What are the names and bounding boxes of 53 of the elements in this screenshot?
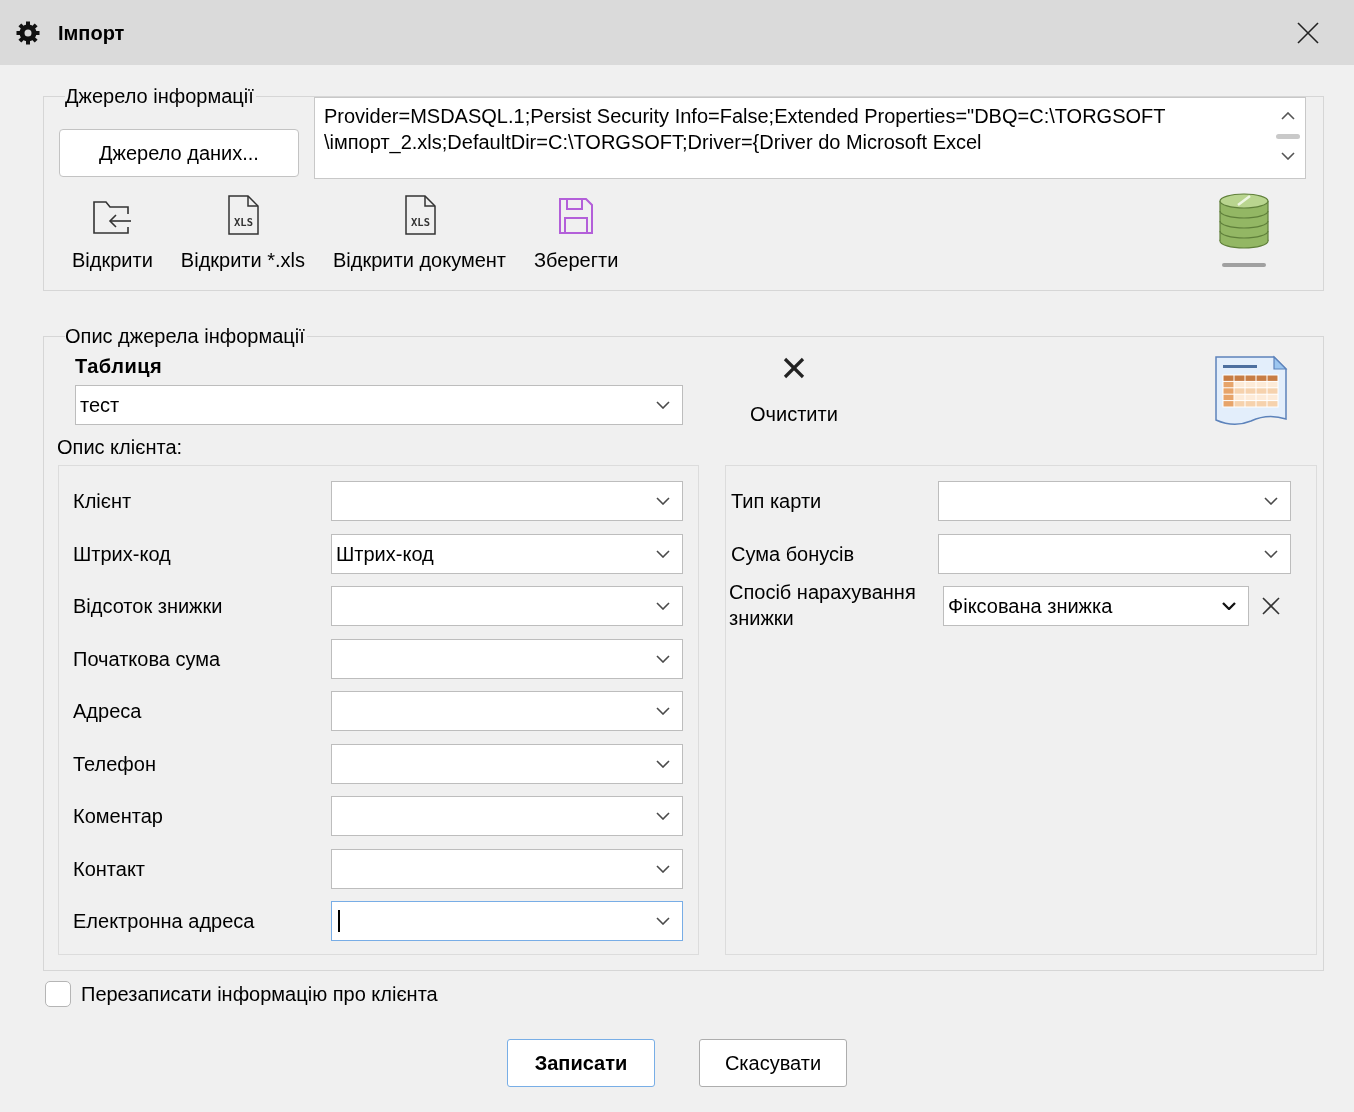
chevron-down-icon[interactable] [656,549,670,558]
checkbox[interactable] [45,981,71,1007]
chevron-down-icon[interactable] [656,654,670,663]
chevron-down-icon[interactable] [1264,549,1278,558]
field-label: Початкова сума [73,647,221,670]
field-label: Відсоток знижки [73,595,223,617]
field-label: Контакт [73,857,145,880]
field-label: Електронна адреса [73,910,255,932]
dropdown[interactable]: Штрих-код [331,533,683,574]
checkbox-label: Перезаписати інформацію про клієнта [81,982,438,1006]
chevron-down-icon[interactable] [1264,497,1278,505]
cross-icon[interactable] [1262,597,1280,615]
field-label: Адреса [73,700,142,722]
text-cursor [338,910,340,932]
toolbar-button[interactable]: Відкрити [58,195,167,272]
chevron-down-icon[interactable] [656,864,670,873]
connection-string-field[interactable]: Provider=MSDASQL.1;Persist Security Info=False;Extended Properties="DBQ=C:\TORGSOFT \імпорт_2.xls;DefaultDir=C:\TORGSOFT;Driver={Driver do Microsoft Excel [314,97,1306,179]
toolbar-button[interactable]: XLS Відкрити *.xls [166,195,319,272]
chevron-down-icon[interactable] [656,759,670,768]
settings-icon [16,20,40,45]
scroll-down-icon[interactable] [1281,152,1295,160]
field-label: Спосіб нарахування знижки [729,580,917,631]
close-icon[interactable] [1297,21,1319,44]
chevron-down-icon[interactable] [656,707,670,715]
cross-icon [782,357,805,379]
window-title: Імпорт [58,20,125,45]
chevron-down-icon[interactable] [656,497,670,505]
toolbar-button[interactable]: XLS Відкрити документ [319,195,521,272]
field-label: Коментар [73,805,163,827]
field-label: Тип карти [731,489,822,514]
dropdown[interactable]: Фіксована знижка [943,586,1249,626]
field-label: Телефон [73,752,156,775]
dialog-button[interactable]: Скасувати [699,1039,847,1087]
chevron-down-icon[interactable] [656,917,670,925]
section-label: Опис клієнта: [57,435,183,459]
scrollbar-thumb[interactable] [1276,134,1300,139]
dropdown[interactable]: тест [75,385,683,425]
database-icon[interactable] [1218,193,1270,269]
field-label: Сума бонусів [731,541,855,567]
chevron-down-icon[interactable] [656,401,670,409]
data-source-button[interactable]: Джерело даних... [59,129,299,177]
xls-file-icon: XLS [403,195,436,235]
dialog-button[interactable]: Записати [507,1039,655,1087]
xls-file-icon: XLS [226,195,259,235]
chevron-down-icon[interactable] [656,602,670,610]
scroll-up-icon[interactable] [1281,112,1295,120]
field-label: Штрих-код [73,542,171,565]
chevron-down-icon[interactable] [656,812,670,820]
toolbar-button[interactable]: Зберегти [520,195,633,272]
chevron-down-icon[interactable] [1222,602,1236,610]
clear-button[interactable]: Очистити [750,357,838,426]
field-label: Таблиця [75,354,163,378]
field-label: Клієнт [73,490,132,512]
